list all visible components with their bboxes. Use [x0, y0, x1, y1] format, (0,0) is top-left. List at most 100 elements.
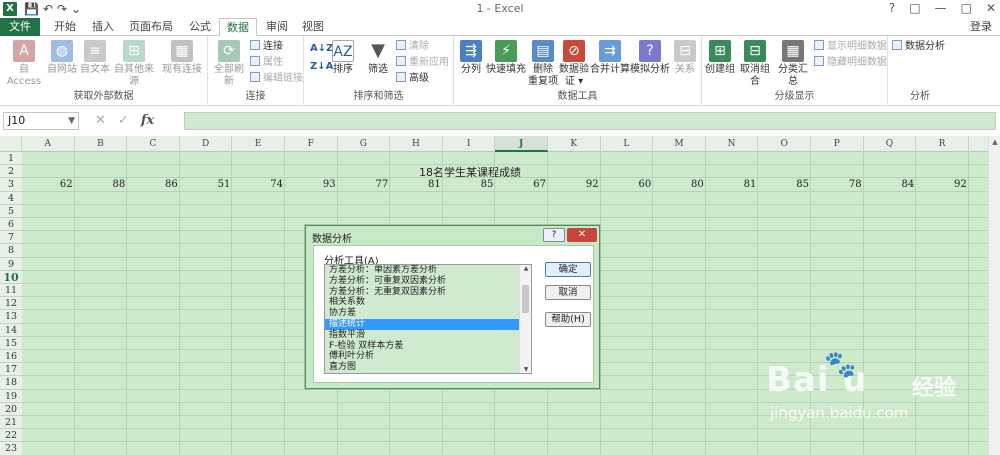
relationships-button[interactable]: ⊟ 关系	[672, 40, 698, 76]
row-header[interactable]: 15	[0, 336, 22, 350]
flash-fill-button[interactable]: ⚡ 快速填充	[486, 40, 526, 76]
scroll-thumb[interactable]	[522, 285, 529, 313]
row-header[interactable]: 3	[0, 178, 22, 192]
analysis-tool-item[interactable]: 方差分析：单因素方差分析	[325, 265, 531, 276]
column-header[interactable]: M	[653, 136, 706, 152]
score-cell[interactable]: 60	[601, 178, 651, 191]
what-if-analysis-button[interactable]: ? 模拟分析	[630, 40, 670, 76]
row-header[interactable]: 16	[0, 350, 22, 364]
tab-insert[interactable]: 插入	[86, 18, 120, 36]
refresh-all-button[interactable]: ⟳ 全部刷新	[210, 40, 248, 88]
edit-links-button[interactable]: 编辑链接	[250, 72, 303, 85]
score-cell[interactable]: 51	[180, 178, 231, 191]
tab-page-layout[interactable]: 页面布局	[122, 18, 180, 36]
from-other-sources-button[interactable]: ⊞ 自其他来源	[110, 40, 158, 88]
insert-function-icon[interactable]: fx	[141, 112, 154, 130]
tab-view[interactable]: 视图	[296, 18, 330, 36]
score-cell[interactable]: 67	[495, 178, 546, 191]
row-header[interactable]: 14	[0, 323, 22, 337]
row-header[interactable]: 20	[0, 402, 22, 416]
score-cell[interactable]: 93	[285, 178, 336, 191]
analysis-tool-item[interactable]: F-检验 双样本方差	[325, 341, 531, 352]
group-button[interactable]: ⊞ 创建组	[704, 40, 736, 76]
row-header[interactable]: 5	[0, 204, 22, 218]
login-link[interactable]: 登录	[970, 18, 992, 36]
maximize-icon[interactable]: □	[961, 1, 972, 15]
row-header[interactable]: 22	[0, 429, 22, 443]
from-web-button[interactable]: ◍ 自网站	[46, 40, 78, 76]
formula-input[interactable]	[184, 112, 996, 130]
analysis-tool-item[interactable]: 相关系数	[325, 297, 531, 308]
row-header[interactable]: 12	[0, 297, 22, 311]
advanced-filter-button[interactable]: 高级	[396, 72, 429, 85]
row-header[interactable]: 21	[0, 416, 22, 430]
column-header[interactable]: A	[22, 136, 75, 152]
column-header[interactable]: O	[758, 136, 811, 152]
column-header[interactable]: L	[601, 136, 654, 152]
score-cell[interactable]: 92	[916, 178, 967, 191]
score-cell[interactable]: 81	[706, 178, 757, 191]
row-header[interactable]: 2	[0, 165, 22, 179]
row-header[interactable]: 17	[0, 363, 22, 377]
tab-file[interactable]: 文件	[0, 18, 40, 36]
score-cell[interactable]: 85	[758, 178, 809, 191]
help-button[interactable]: 帮助(H)	[545, 312, 591, 327]
score-cell[interactable]: 78	[811, 178, 862, 191]
name-box[interactable]: J10 ▼	[3, 112, 79, 130]
row-header[interactable]: 6	[0, 218, 22, 232]
data-validation-button[interactable]: ⊘ 数据验证 ▾	[558, 40, 590, 88]
row-header[interactable]: 13	[0, 310, 22, 324]
ribbon-display-icon[interactable]: □	[909, 1, 920, 15]
row-header[interactable]: 1	[0, 152, 22, 166]
scroll-up-icon[interactable]: ▲	[990, 137, 1000, 147]
score-cell[interactable]: 81	[390, 178, 441, 191]
score-cell[interactable]: 84	[864, 178, 914, 191]
column-header[interactable]: J	[495, 136, 548, 152]
dialog-help-icon[interactable]: ?	[543, 228, 565, 242]
column-header[interactable]: K	[548, 136, 601, 152]
reapply-button[interactable]: 重新应用	[396, 56, 449, 69]
row-header[interactable]: 7	[0, 231, 22, 245]
existing-connections-button[interactable]: ▦ 现有连接	[162, 40, 202, 76]
score-cell[interactable]: 80	[653, 178, 704, 191]
list-scrollbar[interactable]: ▲ ▼	[519, 265, 531, 373]
score-cell[interactable]: 85	[443, 178, 494, 191]
analysis-tools-list[interactable]: 方差分析：单因素方差分析 方差分析：可重复双因素分析 方差分析：无重复双因素分析 相关…	[324, 264, 532, 374]
score-cell[interactable]: 88	[75, 178, 125, 191]
consolidate-button[interactable]: ⇉ 合并计算	[590, 40, 630, 76]
column-header[interactable]: C	[127, 136, 180, 152]
score-cell[interactable]: 86	[127, 178, 178, 191]
analysis-tool-item[interactable]: 描述统计	[325, 318, 531, 330]
remove-duplicates-button[interactable]: ▤ 删除 重复项	[528, 40, 558, 88]
column-header[interactable]: R	[916, 136, 969, 152]
dialog-close-icon[interactable]: ✕	[567, 228, 597, 242]
ungroup-button[interactable]: ⊟ 取消组合	[736, 40, 774, 88]
column-header[interactable]: D	[180, 136, 233, 152]
analysis-tool-item[interactable]: 协方差	[325, 308, 531, 319]
subtotal-button[interactable]: ▦ 分类汇总	[774, 40, 812, 88]
ok-button[interactable]: 确定	[545, 262, 591, 277]
row-header[interactable]: 11	[0, 284, 22, 298]
connections-button[interactable]: 连接	[250, 40, 283, 53]
minimize-icon[interactable]: —	[935, 1, 947, 15]
column-header[interactable]: H	[390, 136, 443, 152]
column-header[interactable]: P	[811, 136, 864, 152]
analysis-tool-item[interactable]: 方差分析：可重复双因素分析	[325, 276, 531, 287]
column-header[interactable]: F	[285, 136, 338, 152]
from-access-button[interactable]: A自 Access	[4, 40, 44, 88]
column-header[interactable]: G	[338, 136, 391, 152]
from-text-button[interactable]: ≡ 自文本	[80, 40, 110, 76]
tab-data[interactable]: 数据	[219, 18, 257, 36]
help-icon[interactable]: ?	[889, 1, 895, 15]
analysis-tool-item[interactable]: 方差分析：无重复双因素分析	[325, 287, 531, 298]
analysis-tool-item[interactable]: 指数平滑	[325, 330, 531, 341]
text-to-columns-button[interactable]: ⇶ 分列	[458, 40, 484, 76]
row-header[interactable]: 4	[0, 191, 22, 205]
scroll-up-icon[interactable]: ▲	[520, 265, 531, 272]
column-header[interactable]: B	[75, 136, 128, 152]
column-header[interactable]: Q	[864, 136, 917, 152]
clear-filter-button[interactable]: 清除	[396, 40, 429, 53]
cancel-icon[interactable]: ✕	[95, 112, 106, 130]
properties-button[interactable]: 属性	[250, 56, 283, 69]
row-header[interactable]: 8	[0, 244, 22, 258]
